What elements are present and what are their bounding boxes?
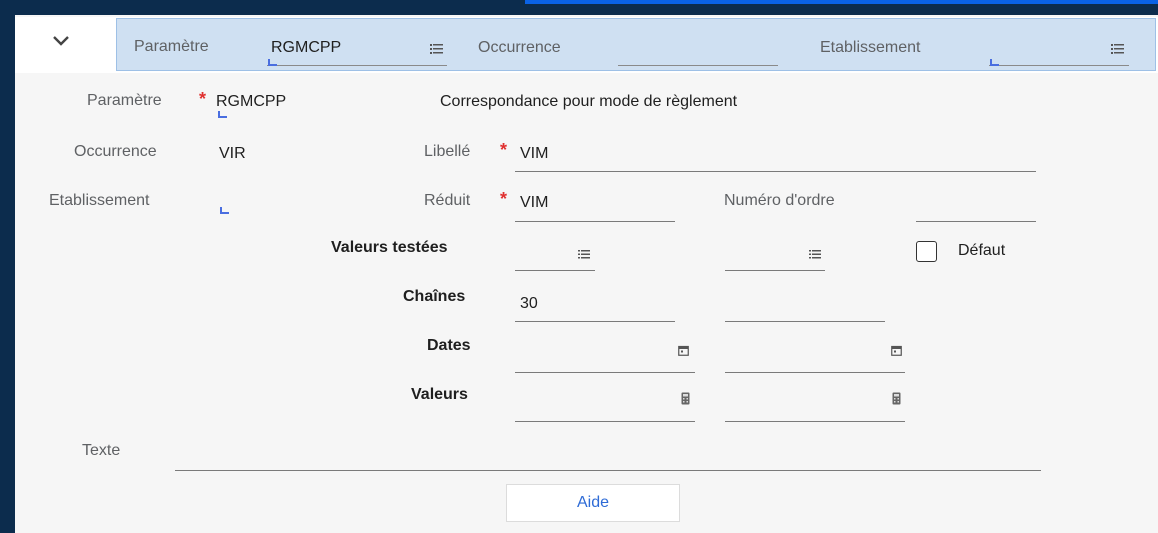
calendar-icon[interactable] bbox=[891, 345, 902, 356]
chaines-underline-1 bbox=[515, 321, 675, 322]
form-panel: Paramètre RGMCPP Occurrence Etablissemen… bbox=[15, 15, 1158, 533]
valeurs-underline-1 bbox=[515, 421, 695, 422]
valeurs-label: Valeurs bbox=[411, 386, 468, 403]
reduit-underline bbox=[515, 221, 675, 222]
param-description: Correspondance pour mode de règlement bbox=[440, 93, 738, 110]
chaines-input-1[interactable]: 30 bbox=[520, 295, 538, 313]
libelle-input[interactable]: VIM bbox=[520, 145, 548, 163]
libelle-label: Libellé bbox=[424, 143, 471, 160]
list-icon[interactable] bbox=[1111, 44, 1124, 54]
lookup-corner-icon[interactable] bbox=[220, 207, 229, 214]
param-value[interactable]: RGMCPP bbox=[216, 93, 286, 111]
collapse-button[interactable] bbox=[15, 17, 116, 73]
criteria-param-underline bbox=[267, 65, 447, 66]
calculator-icon[interactable] bbox=[681, 392, 690, 405]
lookup-corner-icon[interactable] bbox=[218, 111, 227, 118]
criteria-header: Paramètre RGMCPP Occurrence Etablissemen… bbox=[15, 17, 1158, 73]
numero-ordre-label: Numéro d'ordre bbox=[724, 192, 835, 209]
valeurs-underline-2 bbox=[725, 421, 905, 422]
criteria-param-input[interactable]: RGMCPP bbox=[271, 39, 341, 57]
param-label: Paramètre bbox=[87, 92, 162, 109]
list-icon[interactable] bbox=[578, 250, 590, 259]
texte-label: Texte bbox=[82, 442, 121, 459]
chevron-down-icon bbox=[53, 36, 69, 46]
defaut-checkbox[interactable] bbox=[916, 241, 937, 262]
criteria-occurrence-underline bbox=[618, 65, 778, 66]
list-icon[interactable] bbox=[809, 250, 821, 259]
chaines-label: Chaînes bbox=[403, 288, 466, 305]
lookup-corner-icon[interactable] bbox=[990, 59, 999, 66]
valeurs-testees-underline-1 bbox=[515, 270, 595, 271]
dates-underline-2 bbox=[725, 372, 905, 373]
calendar-icon[interactable] bbox=[678, 345, 689, 356]
reduit-label: Réduit bbox=[424, 192, 471, 209]
list-icon[interactable] bbox=[430, 44, 443, 54]
criteria-etablissement-label: Etablissement bbox=[820, 39, 921, 56]
criteria-param-label: Paramètre bbox=[134, 38, 209, 55]
chaines-underline-2 bbox=[725, 321, 885, 322]
dates-underline-1 bbox=[515, 372, 695, 373]
criteria-bar: Paramètre RGMCPP Occurrence Etablissemen… bbox=[116, 18, 1156, 71]
valeurs-testees-label: Valeurs testées bbox=[331, 239, 448, 256]
calculator-icon[interactable] bbox=[892, 392, 901, 405]
occurrence-value: VIR bbox=[219, 145, 246, 162]
lookup-corner-icon[interactable] bbox=[268, 59, 277, 66]
criteria-occurrence-label: Occurrence bbox=[478, 39, 561, 56]
required-star: * bbox=[500, 189, 508, 209]
texte-underline bbox=[175, 470, 1041, 471]
criteria-etablissement-underline bbox=[989, 65, 1129, 66]
defaut-label: Défaut bbox=[958, 242, 1006, 259]
required-star: * bbox=[199, 89, 207, 109]
aide-button[interactable]: Aide bbox=[506, 484, 680, 522]
occurrence-label: Occurrence bbox=[74, 143, 157, 160]
numero-ordre-underline bbox=[916, 221, 1036, 222]
dates-label: Dates bbox=[427, 337, 471, 354]
valeurs-testees-underline-2 bbox=[725, 270, 825, 271]
etablissement-label: Etablissement bbox=[49, 192, 150, 209]
required-star: * bbox=[500, 140, 508, 160]
top-accent-stripe bbox=[525, 0, 1158, 4]
reduit-input[interactable]: VIM bbox=[520, 194, 548, 212]
libelle-underline bbox=[515, 171, 1036, 172]
